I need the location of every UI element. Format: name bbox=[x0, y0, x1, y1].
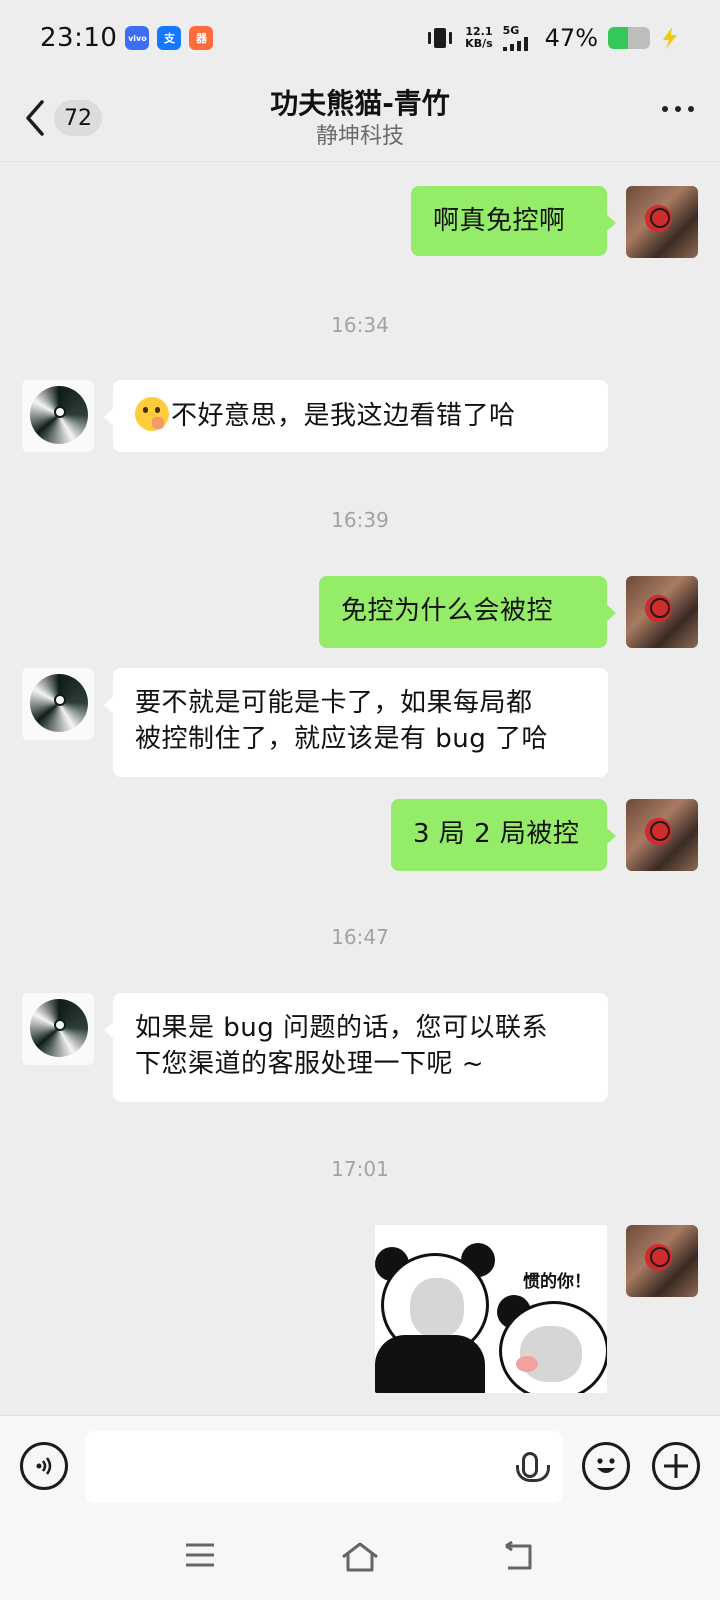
hand-over-mouth-emoji bbox=[135, 397, 169, 431]
message-text-line: 下您渠道的客服处理一下呢 ~ bbox=[135, 1049, 485, 1079]
back-icon[interactable] bbox=[500, 1541, 536, 1573]
message-bubble-received[interactable]: 不好意思，是我这边看错了哈 bbox=[104, 380, 608, 452]
status-bar: 23:10 vivo 支 器 12.1 KB/s 5G 47% bbox=[0, 0, 720, 76]
message-bubble-sent[interactable]: 啊真免控啊 bbox=[411, 186, 616, 256]
message-bubble-received[interactable]: 如果是 bug 问题的话，您可以联系 下您渠道的客服处理一下呢 ~ bbox=[104, 993, 608, 1102]
my-avatar[interactable] bbox=[626, 576, 698, 648]
chat-title-block[interactable]: 功夫熊猫-青竹 静坤科技 bbox=[270, 86, 450, 152]
back-chevron-icon bbox=[26, 100, 44, 136]
mic-icon bbox=[516, 1452, 550, 1482]
battery-percent: 47% bbox=[544, 24, 598, 52]
back-button[interactable]: 72 bbox=[24, 96, 102, 140]
message-text: 3 局 2 局被控 bbox=[413, 819, 580, 849]
message-bubble-sent[interactable]: 免控为什么会被控 bbox=[319, 576, 616, 648]
message-input[interactable] bbox=[86, 1431, 562, 1503]
status-time: 23:10 bbox=[40, 23, 118, 53]
voice-mode-button[interactable] bbox=[20, 1442, 68, 1490]
vibrate-icon bbox=[428, 28, 453, 48]
message-text-line: 如果是 bug 问题的话，您可以联系 bbox=[135, 1013, 549, 1043]
plus-icon bbox=[664, 1454, 688, 1478]
network-speed: 12.1 KB/s bbox=[465, 26, 492, 50]
message-text: 免控为什么会被控 bbox=[341, 596, 554, 626]
more-dots-icon[interactable] bbox=[662, 106, 694, 112]
sticker-caption: 惯的你！ bbox=[523, 1272, 591, 1292]
system-navigation-bar bbox=[0, 1515, 720, 1600]
unread-count-badge: 72 bbox=[54, 100, 102, 136]
message-bubble-received[interactable]: 要不就是可能是卡了，如果每局都 被控制住了，就应该是有 bug 了哈 bbox=[104, 668, 608, 777]
chat-title: 功夫熊猫-青竹 bbox=[270, 86, 450, 120]
voice-mode-icon bbox=[36, 1457, 52, 1475]
message-timestamp: 17:01 bbox=[331, 1157, 389, 1181]
contact-avatar[interactable] bbox=[22, 993, 94, 1065]
emoji-button[interactable] bbox=[582, 1442, 630, 1490]
message-text: 啊真免控啊 bbox=[433, 206, 566, 236]
message-timestamp: 16:39 bbox=[331, 508, 389, 532]
message-timestamp: 16:47 bbox=[331, 925, 389, 949]
my-avatar[interactable] bbox=[626, 1225, 698, 1297]
contact-avatar[interactable] bbox=[22, 668, 94, 740]
battery-fill bbox=[608, 27, 628, 49]
sticker-image[interactable]: 惯的你！ bbox=[375, 1225, 607, 1393]
message-bubble-sent[interactable]: 3 局 2 局被控 bbox=[391, 799, 616, 871]
my-avatar[interactable] bbox=[626, 186, 698, 258]
menu-icon[interactable] bbox=[184, 1541, 216, 1569]
message-text-line: 被控制住了，就应该是有 bug 了哈 bbox=[135, 724, 549, 754]
status-indicators: 12.1 KB/s 5G 47% bbox=[425, 24, 680, 52]
alipay-app-icon: 支 bbox=[157, 26, 182, 50]
message-text-line: 要不就是可能是卡了，如果每局都 bbox=[135, 688, 533, 718]
network-type: 5G bbox=[502, 24, 520, 37]
emoji-icon bbox=[597, 1458, 615, 1473]
message-timestamp: 16:34 bbox=[331, 313, 389, 337]
chat-header: 72 功夫熊猫-青竹 静坤科技 bbox=[0, 76, 720, 162]
message-text: 不好意思，是我这边看错了哈 bbox=[171, 401, 516, 431]
message-list[interactable] bbox=[0, 162, 720, 1415]
my-avatar[interactable] bbox=[626, 799, 698, 871]
chat-subtitle: 静坤科技 bbox=[315, 123, 404, 149]
network-speed-unit: KB/s bbox=[465, 37, 493, 50]
contact-avatar[interactable] bbox=[22, 380, 94, 452]
plus-button[interactable] bbox=[652, 1442, 700, 1490]
battery-icon bbox=[608, 27, 650, 49]
charging-icon bbox=[663, 27, 677, 49]
app-notification-icon: 器 bbox=[189, 26, 214, 50]
input-bar bbox=[0, 1415, 720, 1515]
home-icon[interactable] bbox=[340, 1541, 380, 1573]
panda-face-right bbox=[499, 1301, 607, 1393]
signal-icon bbox=[502, 37, 528, 51]
vivo-app-icon: vivo bbox=[125, 26, 150, 50]
mic-button[interactable] bbox=[510, 1448, 550, 1488]
